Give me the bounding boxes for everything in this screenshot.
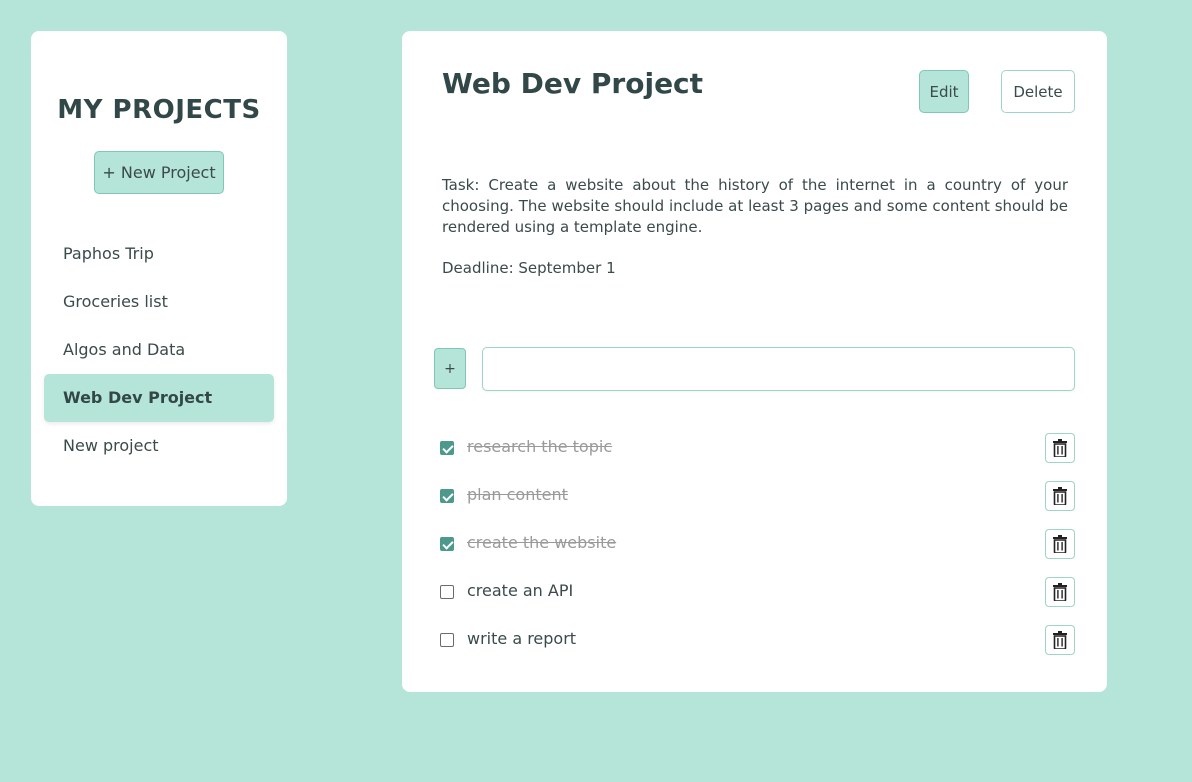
project-item-web-dev-project[interactable]: Web Dev Project xyxy=(44,374,274,422)
task-checkbox[interactable] xyxy=(440,441,454,455)
task-label: write a report xyxy=(467,629,577,648)
task-checkbox[interactable] xyxy=(440,633,454,647)
edit-button[interactable]: Edit xyxy=(919,70,969,113)
project-description: Task: Create a website about the history… xyxy=(442,176,1068,236)
add-task-button[interactable]: + xyxy=(434,348,466,389)
delete-task-button[interactable] xyxy=(1045,529,1075,559)
project-item-groceries-list[interactable]: Groceries list xyxy=(44,278,274,326)
projects-sidebar: MY PROJECTS + New Project Paphos Trip Gr… xyxy=(31,31,287,506)
trash-icon xyxy=(1053,439,1067,457)
task-checkbox[interactable] xyxy=(440,537,454,551)
task-label: create an API xyxy=(467,581,574,600)
task-item: plan content xyxy=(440,480,1075,512)
task-checkbox[interactable] xyxy=(440,489,454,503)
project-item-paphos-trip[interactable]: Paphos Trip xyxy=(44,230,274,278)
project-item-new-project[interactable]: New project xyxy=(44,422,274,470)
task-item: write a report xyxy=(440,624,1075,656)
trash-icon xyxy=(1053,535,1067,553)
delete-task-button[interactable] xyxy=(1045,433,1075,463)
task-checkbox[interactable] xyxy=(440,585,454,599)
project-detail-panel: Web Dev Project Edit Delete Task: Create… xyxy=(402,31,1107,692)
task-item: create the website xyxy=(440,528,1075,560)
task-label: research the topic xyxy=(467,437,613,456)
project-deadline: Deadline: September 1 xyxy=(442,259,616,277)
task-item: create an API xyxy=(440,576,1075,608)
sidebar-heading: MY PROJECTS xyxy=(57,95,261,125)
delete-task-button[interactable] xyxy=(1045,577,1075,607)
task-item: research the topic xyxy=(440,432,1075,464)
delete-button[interactable]: Delete xyxy=(1001,70,1075,113)
delete-task-button[interactable] xyxy=(1045,481,1075,511)
new-project-button[interactable]: + New Project xyxy=(94,151,224,194)
trash-icon xyxy=(1053,631,1067,649)
delete-task-button[interactable] xyxy=(1045,625,1075,655)
project-item-algos-and-data[interactable]: Algos and Data xyxy=(44,326,274,374)
task-label: plan content xyxy=(467,485,568,504)
project-title: Web Dev Project xyxy=(442,67,704,100)
new-task-input[interactable] xyxy=(482,347,1075,391)
project-list: Paphos Trip Groceries list Algos and Dat… xyxy=(44,230,274,470)
trash-icon xyxy=(1053,583,1067,601)
task-label: create the website xyxy=(467,533,617,552)
trash-icon xyxy=(1053,487,1067,505)
